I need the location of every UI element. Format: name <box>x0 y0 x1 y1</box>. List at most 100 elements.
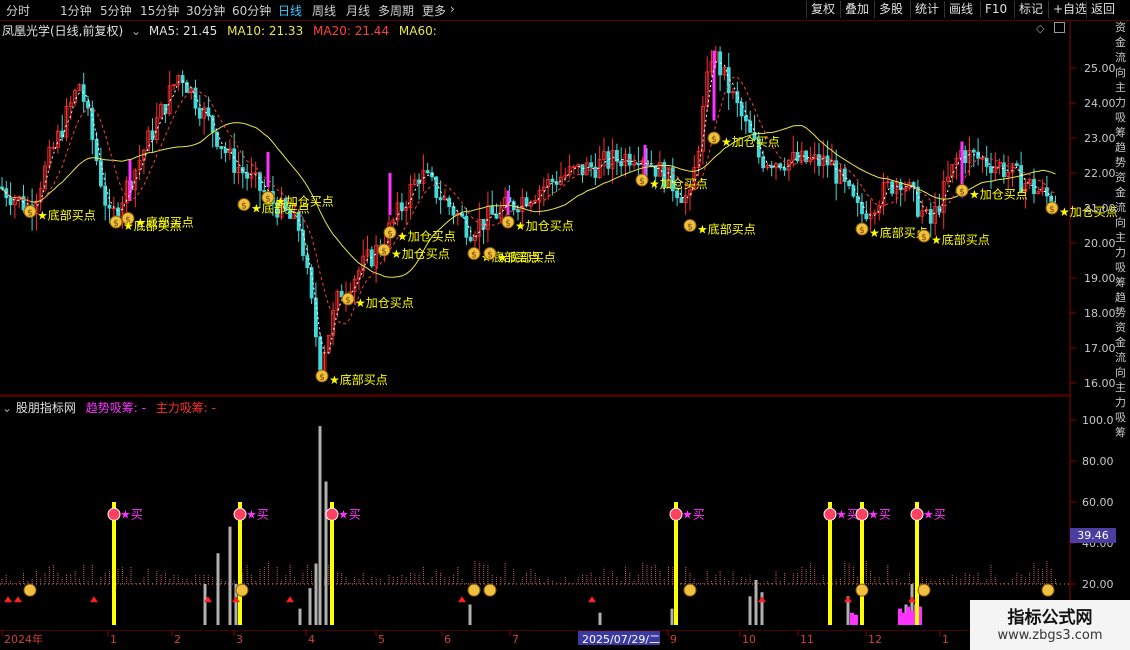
add-buy-label: ★加仓买点 <box>391 247 450 261</box>
candle-body <box>86 101 90 109</box>
indicator-chart[interactable]: ★买 ★买 ★买 ★买 ★买 ★买 ★买 100.080.0060.0040.0020.00 <box>0 396 1130 630</box>
candle-body <box>223 148 228 154</box>
candle-body <box>1032 179 1036 195</box>
candle-body <box>150 130 155 141</box>
up-arrow-icon <box>908 596 916 603</box>
money-bag-icon <box>235 583 249 597</box>
diamond-icon <box>107 507 121 521</box>
money-bag-icon <box>23 583 37 597</box>
price-tick-label: 24.00 <box>1084 97 1116 110</box>
date-tick-label: 12 <box>868 633 882 646</box>
price-tick-label: 20.00 <box>1084 237 1116 250</box>
candle-body <box>481 218 486 230</box>
ma60-readout: MA60: <box>398 24 437 38</box>
up-arrow-icon <box>458 596 466 603</box>
bottom-buy-label: ★底部买点 <box>251 201 310 216</box>
dollar-glyph: $ <box>921 233 927 243</box>
period-tab-daily[interactable]: 日线 <box>278 2 302 19</box>
settings-square-icon[interactable] <box>1054 22 1065 33</box>
statistics-button[interactable]: 统计 <box>910 1 943 18</box>
candle-body <box>81 84 86 102</box>
up-arrow-icon <box>588 596 596 603</box>
bottom-buy-label: ★底部买点 <box>123 218 182 233</box>
add-buy-label: ★加仓买点 <box>969 188 1028 202</box>
candle-body <box>855 195 860 203</box>
diamond-icon <box>823 507 837 521</box>
kline-chart[interactable]: $ ★底部买点 $ ★底部买点 $ ★底部买点 $ ★加仓买点 $ ★底部买点 $ ★加仓买点 $ ★底部… <box>0 20 1130 396</box>
date-tick-label: 6 <box>444 633 451 646</box>
candle-body <box>219 146 224 149</box>
f10-button[interactable]: F10 <box>980 1 1011 18</box>
indicator-value-tag: 39.46 <box>1070 528 1116 543</box>
candle-body <box>795 151 800 162</box>
collapse-icon[interactable]: ⌄ <box>2 401 12 415</box>
period-tab-1min[interactable]: 1分钟 <box>60 2 92 19</box>
main-header: 凤凰光学(日线,前复权) ⌄ MA5: 21.45 MA10: 21.33 MA… <box>2 22 437 39</box>
stock-title: 凤凰光学(日线,前复权) <box>2 24 124 38</box>
ma5-line <box>1 61 1056 355</box>
volume-bar <box>298 608 302 625</box>
candle-body <box>989 166 993 174</box>
candle-body <box>769 165 774 169</box>
add-watchlist-button[interactable]: +自选 <box>1048 1 1091 18</box>
signal-candle <box>128 159 132 201</box>
volume-bar <box>670 608 674 625</box>
dollar-glyph: $ <box>959 188 965 198</box>
date-tick-label: 2 <box>174 633 181 646</box>
candle-body <box>761 156 765 169</box>
sub-tick-label: 60.00 <box>1082 496 1114 509</box>
date-tick-label: 3 <box>236 633 243 646</box>
signal-candle <box>388 173 392 215</box>
bottom-buy-label: ★底部买点 <box>329 372 388 387</box>
money-bag-icon <box>683 583 697 597</box>
volume-bar <box>216 553 220 625</box>
chevron-down-icon[interactable]: ⌄ <box>131 24 141 38</box>
add-buy-label: ★加仓买点 <box>515 219 574 233</box>
watermark-title: 指标公式网 <box>1007 608 1093 628</box>
bottom-buy-label: ★底部买点 <box>697 222 756 237</box>
period-tab-more[interactable]: 更多 <box>422 2 446 19</box>
back-button[interactable]: 返回 <box>1086 1 1119 18</box>
dollar-glyph: $ <box>687 223 693 233</box>
buy-label: ★买 <box>923 507 946 521</box>
up-arrow-icon <box>90 596 98 603</box>
candle-body <box>679 197 684 203</box>
period-tab-60min[interactable]: 60分钟 <box>232 2 271 19</box>
indicator-title: 股朋指标网 <box>15 401 76 415</box>
restore-rights-button[interactable]: 复权 <box>806 1 839 18</box>
period-tab-multi[interactable]: 多周期 <box>378 2 414 19</box>
date-axis: 2024年 1 2 3 4 5 6 7 2025/07/29/二 9 10 11 12 1 <box>0 630 1070 646</box>
period-tab-30min[interactable]: 30分钟 <box>186 2 225 19</box>
volume-bar <box>203 584 207 625</box>
diamond-icon <box>669 507 683 521</box>
candle-body <box>464 215 469 238</box>
dollar-glyph: $ <box>1049 205 1055 215</box>
candle-body <box>434 176 439 198</box>
draw-line-button[interactable]: 画线 <box>944 1 977 18</box>
candle-body <box>739 102 744 117</box>
period-tab-weekly[interactable]: 周线 <box>312 2 336 19</box>
ma10-readout: MA10: 21.33 <box>227 24 304 38</box>
diamond-icon <box>233 507 247 521</box>
period-tab-5min[interactable]: 5分钟 <box>100 2 132 19</box>
period-tab-monthly[interactable]: 月线 <box>346 2 370 19</box>
candle-body <box>550 178 555 183</box>
multi-stock-button[interactable]: 多股 <box>874 1 907 18</box>
up-arrow-icon <box>286 596 294 603</box>
price-tick-label: 18.00 <box>1084 307 1116 320</box>
indicator-header: ⌄ 股朋指标网 趋势吸筹: - 主力吸筹: - <box>2 399 216 416</box>
overlay-button[interactable]: 叠加 <box>840 1 873 18</box>
date-tick-label: 1 <box>942 633 949 646</box>
period-tab-15min[interactable]: 15分钟 <box>140 2 179 19</box>
bottom-buy-label: ★底部买点 <box>931 232 990 247</box>
mark-button[interactable]: 标记 <box>1014 1 1047 18</box>
volume-bar <box>754 579 758 625</box>
period-tab-timeshare[interactable]: 分时 <box>6 2 30 19</box>
dollar-glyph: $ <box>471 251 477 261</box>
candle-body <box>232 148 237 173</box>
price-tick-label: 22.00 <box>1084 167 1116 180</box>
side-label-strip: 资金流向主力吸筹趋势资金流向主力吸筹趋势资金流向主力吸筹 <box>1115 21 1126 439</box>
diamond-icon[interactable]: ◇ <box>1036 22 1044 35</box>
dollar-glyph: $ <box>639 177 645 187</box>
chevron-right-icon[interactable]: › <box>450 2 455 16</box>
